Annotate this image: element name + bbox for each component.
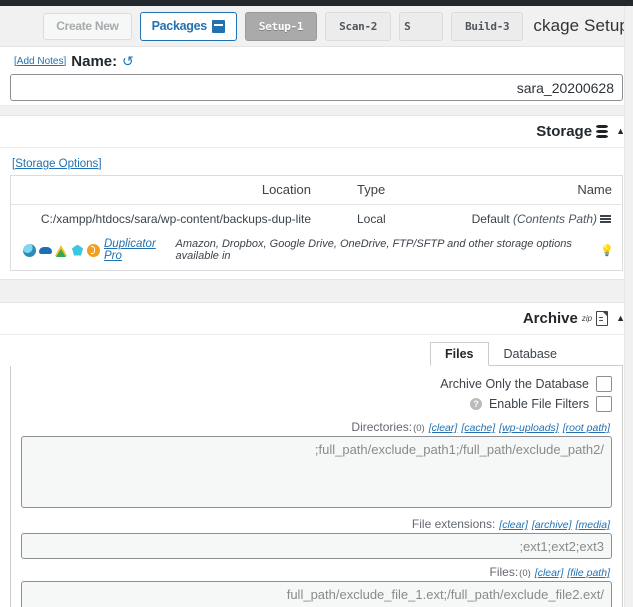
directories-cache-link[interactable]: [cache] [461, 422, 495, 434]
archive-zip-superscript: zip [581, 314, 593, 323]
packages-button[interactable]: Packages [139, 11, 237, 41]
storage-table: Name Type Location Default (Contents Pat… [10, 175, 623, 271]
directories-root-path-link[interactable]: [root path] [563, 422, 610, 434]
archive-panel-title-group: Archive zip [522, 310, 609, 327]
step-tabstrip: Create New Packages Setup-1 Scan-2 S Bui… [0, 6, 633, 47]
storage-row-location: C:/xampp/htdocs/sara/wp-content/backups-… [40, 212, 311, 226]
file-extensions-media-link[interactable]: [media] [576, 519, 610, 531]
column-header-type: Type [357, 182, 386, 197]
package-name-input[interactable] [10, 74, 623, 101]
step-build-button[interactable]: Build-3 [451, 11, 524, 41]
amazon-icon [23, 243, 36, 257]
right-margin-rail [624, 6, 633, 607]
directories-label: Directories: [351, 420, 413, 434]
enable-file-filters-label: Enable File Filters [488, 397, 589, 411]
lightbulb-icon: 💡 [600, 244, 614, 257]
archive-panel: ▲ Archive zip Files Database Archive Only… [0, 302, 633, 607]
storage-panel-title: Storage [536, 123, 593, 140]
help-icon[interactable]: ? [469, 398, 482, 410]
file-extensions-label-line: File extensions: [clear] [archive] [medi… [412, 511, 612, 533]
storage-panel-header[interactable]: ▲ Storage [0, 116, 633, 148]
tab-database[interactable]: Database [489, 342, 573, 366]
storage-panel-title-group: Storage [536, 123, 609, 140]
section-gap-1 [0, 106, 633, 115]
storage-options-link[interactable]: [Storage Options] [12, 158, 102, 170]
storage-row-name-cell: Default (Contents Path) [462, 212, 614, 226]
duplicator-pro-link[interactable]: Duplicator Pro [104, 238, 171, 262]
add-notes-link[interactable]: [Add Notes] [14, 56, 66, 67]
packages-button-label: Packages [151, 18, 208, 33]
file-extensions-clear-link[interactable]: [clear] [499, 519, 528, 531]
google-drive-icon [55, 244, 68, 257]
storage-row-name-note: (Contents Path) [512, 212, 597, 226]
step-clipped-button[interactable]: S [399, 11, 444, 41]
column-header-location: Location [261, 182, 311, 197]
files-file-path-link[interactable]: [file path] [567, 567, 610, 579]
enable-file-filters-checkbox[interactable] [596, 396, 612, 412]
directories-textarea[interactable] [21, 436, 612, 508]
enable-file-filters-row[interactable]: ? Enable File Filters [469, 394, 612, 414]
ftp-icon [87, 243, 100, 257]
tab-files[interactable]: Files [430, 342, 489, 366]
storage-panel: ▲ Storage [Storage Options] Name Type Lo… [0, 115, 633, 280]
column-header-name: Name [577, 182, 612, 197]
storage-table-header: Name Type Location [11, 176, 622, 205]
package-name-label: :Name [71, 53, 118, 70]
files-clear-link[interactable]: [clear] [535, 567, 564, 579]
storage-row-type: Local [357, 212, 386, 226]
directories-wp-uploads-link[interactable]: [wp-uploads] [499, 422, 559, 434]
storage-note-text: Amazon, Dropbox, Google Drive, OneDrive,… [175, 238, 572, 262]
step-setup-button[interactable]: Setup-1 [244, 11, 318, 41]
files-count: (0) [519, 568, 531, 579]
directories-label-line: Directories: (0) [clear] [cache] [wp-uplo… [351, 414, 612, 436]
archive-only-db-checkbox[interactable] [596, 376, 612, 392]
files-textarea[interactable] [21, 581, 612, 607]
storage-provider-icons [23, 243, 100, 257]
create-new-button[interactable]: Create New [43, 12, 132, 40]
dropbox-icon [39, 244, 52, 257]
storage-panel-body: [Storage Options] Name Type Location Def… [0, 148, 633, 279]
file-extensions-label: File extensions: [411, 517, 496, 531]
package-setup-screen: Create New Packages Setup-1 Scan-2 S Bui… [0, 0, 633, 607]
page-title: ckage Setup [533, 16, 629, 35]
storage-upgrade-note: 💡 Amazon, Dropbox, Google Drive, OneDriv… [11, 232, 622, 270]
archive-only-db-row[interactable]: Archive Only the Database [440, 374, 612, 394]
archive-panel-body: Archive Only the Database ? Enable File … [10, 366, 623, 607]
archive-panel-header[interactable]: ▲ Archive zip [0, 303, 633, 335]
directories-count: (0) [413, 423, 425, 434]
files-label: Files: [489, 565, 519, 579]
files-label-line: Files: (0) [clear] [file path] [489, 559, 612, 581]
archive-only-db-label: Archive Only the Database [440, 377, 589, 391]
archive-panel-title: Archive [522, 310, 578, 327]
file-extensions-archive-link[interactable]: [archive] [532, 519, 572, 531]
archive-tabs: Files Database [430, 335, 623, 366]
section-gap-2 [0, 280, 633, 302]
zip-file-icon [596, 311, 609, 326]
list-lines-icon [600, 215, 611, 224]
onedrive-icon [71, 244, 84, 257]
database-icon [596, 125, 609, 138]
step-scan-button[interactable]: Scan-2 [325, 11, 392, 41]
directories-clear-link[interactable]: [clear] [429, 422, 458, 434]
package-icon [211, 19, 225, 33]
storage-row-name: Default [471, 212, 510, 226]
table-row[interactable]: Default (Contents Path) Local C:/xampp/h… [11, 205, 622, 232]
package-name-section: ↻ :Name [Add Notes] [0, 47, 633, 106]
file-extensions-input[interactable] [21, 533, 612, 559]
refresh-icon[interactable]: ↻ [122, 53, 134, 70]
